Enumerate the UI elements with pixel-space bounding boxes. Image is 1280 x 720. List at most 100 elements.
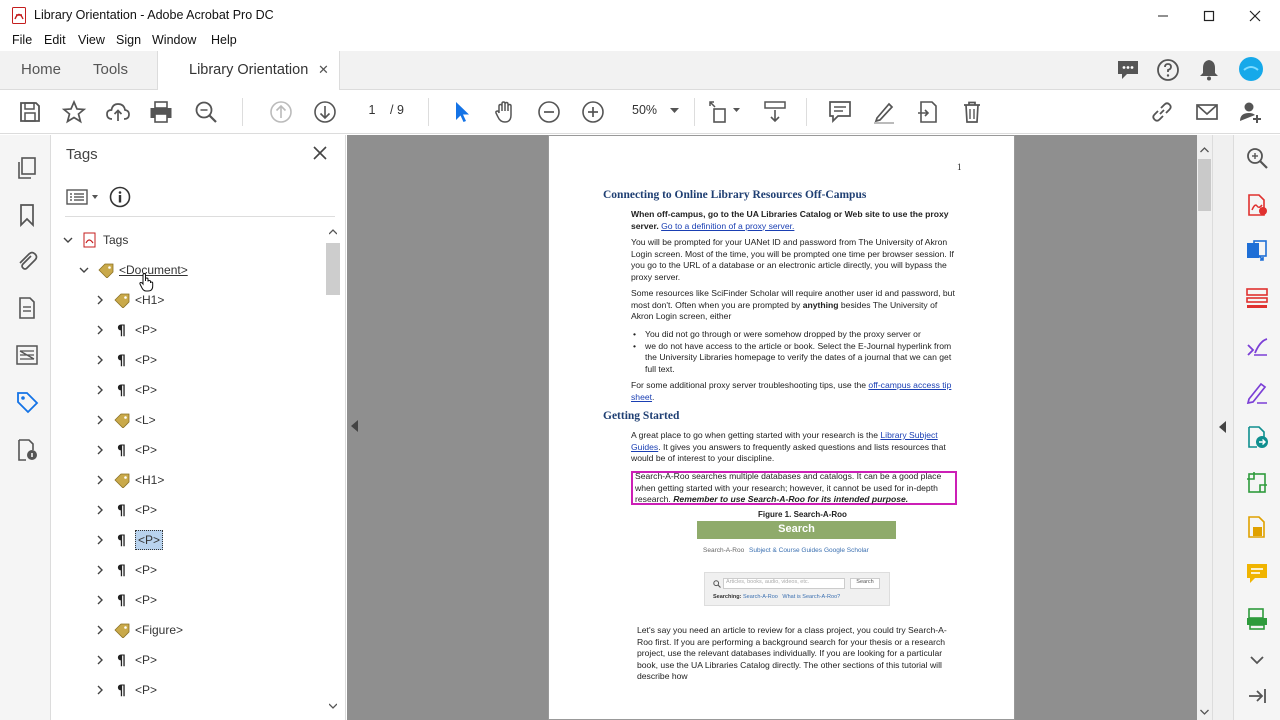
collapse-right-pane-icon[interactable] — [1219, 421, 1227, 433]
select-pointer-icon[interactable] — [449, 99, 475, 125]
menu-window[interactable]: Window — [152, 33, 196, 47]
expand-right-pane-icon[interactable] — [1245, 684, 1269, 708]
chevron-right-icon[interactable] — [93, 683, 107, 697]
compress-pdf-icon[interactable] — [1245, 470, 1269, 494]
menu-edit[interactable]: Edit — [44, 33, 66, 47]
edit-document-icon[interactable] — [1245, 515, 1269, 539]
tag-label[interactable]: <P> — [135, 683, 157, 697]
menu-help[interactable]: Help — [211, 33, 237, 47]
menu-view[interactable]: View — [78, 33, 105, 47]
tab-close-icon[interactable]: ✕ — [318, 62, 329, 78]
close-icon[interactable] — [1232, 0, 1278, 31]
bell-icon[interactable] — [1196, 57, 1222, 83]
delete-trash-icon[interactable] — [959, 99, 985, 125]
bookmark-icon[interactable] — [15, 203, 39, 228]
tag-tree-row[interactable]: ¶ <P> — [93, 349, 157, 371]
comment-bubble-icon[interactable] — [1115, 57, 1141, 83]
hand-tool-icon[interactable] — [492, 99, 518, 125]
options-menu-icon[interactable] — [66, 187, 102, 207]
collapse-left-pane-icon[interactable] — [351, 420, 358, 432]
tags-icon[interactable] — [15, 390, 39, 414]
email-icon[interactable] — [1194, 99, 1220, 125]
chevron-right-icon[interactable] — [93, 473, 107, 487]
tag-tree-row[interactable]: ¶ <P> — [93, 499, 157, 521]
scan-ocr-icon[interactable] — [1245, 607, 1269, 631]
more-tools-chevron-icon[interactable] — [1245, 648, 1269, 672]
search-tools-icon[interactable] — [1245, 146, 1269, 170]
chevron-right-icon[interactable] — [93, 563, 107, 577]
menu-sign[interactable]: Sign — [116, 33, 141, 47]
page-fit-dropdown-icon[interactable] — [733, 108, 740, 113]
tag-label[interactable]: <P> — [135, 563, 157, 577]
tag-label[interactable]: <P> — [135, 503, 157, 517]
attachment-paperclip-icon[interactable] — [15, 249, 39, 273]
chevron-right-icon[interactable] — [93, 503, 107, 517]
tag-label[interactable]: <P> — [135, 443, 157, 457]
scroll-thumb[interactable] — [326, 243, 340, 295]
doc-scroll-down-icon[interactable] — [1200, 709, 1209, 715]
tag-label[interactable]: <P> — [135, 323, 157, 337]
zoom-out-icon[interactable] — [536, 99, 562, 125]
star-icon[interactable] — [61, 99, 87, 125]
accessibility-check-icon[interactable] — [15, 438, 39, 462]
page-fit-icon[interactable] — [707, 99, 733, 125]
tag-tree-row[interactable]: ¶ <P> — [93, 589, 157, 611]
tag-label[interactable]: <L> — [135, 413, 156, 427]
page-number-input[interactable]: 1 — [356, 100, 388, 122]
tag-tree-row[interactable]: ¶ <P> — [93, 559, 157, 581]
tag-tree-row[interactable]: ¶ <P> — [93, 319, 157, 341]
chevron-right-icon[interactable] — [93, 383, 107, 397]
tag-label[interactable]: <P> — [135, 530, 164, 550]
menu-file[interactable]: File — [12, 33, 32, 47]
page-thumbnails-icon[interactable] — [15, 156, 39, 180]
print-icon[interactable] — [148, 99, 174, 125]
pdf-page[interactable]: 1 Connecting to Online Library Resources… — [548, 135, 1015, 720]
tag-tree-row[interactable]: ¶ <P> — [93, 439, 157, 461]
chevron-right-icon[interactable] — [93, 533, 107, 547]
tag-label[interactable]: <H1> — [135, 473, 164, 487]
chevron-right-icon[interactable] — [93, 443, 107, 457]
tag-tree-row[interactable]: <Figure> — [93, 619, 183, 641]
chevron-right-icon[interactable] — [93, 593, 107, 607]
tag-tree-row[interactable]: <H1> — [93, 289, 164, 311]
zoom-search-icon[interactable] — [193, 99, 219, 125]
zoom-dropdown-icon[interactable] — [670, 108, 679, 114]
tag-label[interactable]: Tags — [103, 233, 128, 247]
info-icon[interactable] — [109, 186, 131, 208]
chevron-down-icon[interactable] — [77, 263, 91, 277]
tag-tree-row[interactable]: ¶ <P> — [93, 679, 157, 701]
organize-pages-icon[interactable] — [1245, 286, 1269, 310]
chevron-right-icon[interactable] — [93, 623, 107, 637]
combine-files-icon[interactable] — [1245, 239, 1269, 263]
tag-tree-row[interactable]: <H1> — [93, 469, 164, 491]
comment-tool-icon[interactable] — [1245, 561, 1269, 585]
chevron-down-icon[interactable] — [61, 233, 75, 247]
chevron-right-icon[interactable] — [93, 353, 107, 367]
minimize-icon[interactable] — [1140, 0, 1186, 31]
request-signatures-icon[interactable] — [1245, 380, 1269, 405]
panel-scrollbar[interactable] — [326, 227, 340, 720]
tag-label[interactable]: <H1> — [135, 293, 164, 307]
tag-tree-row[interactable]: Tags — [61, 229, 128, 251]
next-page-icon[interactable] — [312, 99, 338, 125]
account-avatar-icon[interactable] — [1238, 56, 1264, 82]
link-share-icon[interactable] — [1149, 99, 1175, 125]
fill-sign-icon[interactable] — [1245, 333, 1269, 357]
chevron-right-icon[interactable] — [93, 293, 107, 307]
scroll-up-icon[interactable] — [329, 229, 337, 235]
tag-label[interactable]: <P> — [135, 383, 157, 397]
tag-tree-row[interactable]: <L> — [93, 409, 156, 431]
cloud-upload-icon[interactable] — [105, 99, 131, 125]
edit-pdf-icon[interactable] — [915, 99, 941, 125]
add-person-icon[interactable] — [1238, 99, 1264, 125]
content-document-icon[interactable] — [15, 296, 39, 320]
highlight-pen-icon[interactable] — [871, 99, 897, 125]
save-icon[interactable] — [17, 99, 43, 125]
tag-label[interactable]: <P> — [135, 653, 157, 667]
maximize-icon[interactable] — [1186, 0, 1232, 31]
panel-close-icon[interactable] — [312, 145, 328, 161]
create-pdf-icon[interactable] — [1245, 193, 1269, 217]
tag-label[interactable]: <P> — [135, 353, 157, 367]
doc-scroll-thumb[interactable] — [1198, 159, 1211, 211]
previous-page-icon[interactable] — [268, 99, 294, 125]
